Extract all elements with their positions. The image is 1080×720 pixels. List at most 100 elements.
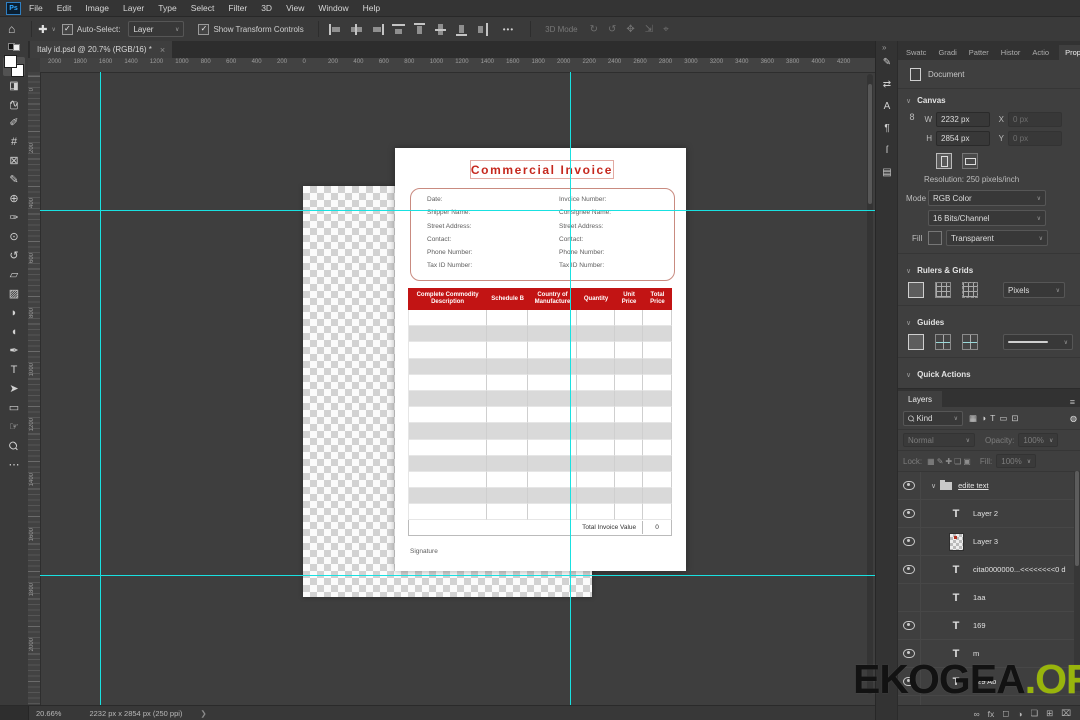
visibility-toggle[interactable] — [898, 612, 921, 639]
close-icon[interactable]: × — [160, 45, 165, 55]
text-layer-icon[interactable]: T — [947, 620, 965, 632]
default-colors-icon[interactable] — [8, 43, 20, 51]
glyphs-panel-icon[interactable]: ſ — [886, 145, 888, 156]
text-layer-icon[interactable]: T — [947, 508, 965, 520]
visibility-toggle[interactable] — [898, 472, 921, 499]
filter-smart-objects-icon[interactable]: ⊡ — [1009, 413, 1020, 423]
portrait-orientation-icon[interactable] — [936, 153, 952, 169]
text-layer-icon[interactable]: T — [947, 564, 965, 576]
filter-toggle-icon[interactable]: ◍ — [1070, 414, 1077, 423]
more-options-button[interactable]: ••• — [503, 25, 514, 34]
toggle-guides-icon[interactable] — [908, 334, 924, 350]
marquee-tool-icon[interactable]: ◻ — [3, 76, 25, 95]
blur-tool-icon[interactable]: ◗ — [3, 304, 25, 323]
frame-tool-icon[interactable]: ⊠ — [3, 152, 25, 171]
character-panel-icon[interactable]: A — [884, 101, 891, 112]
panel-menu-icon[interactable]: ≡ — [1070, 397, 1075, 407]
clone-stamp-tool-icon[interactable]: ⊙ — [3, 228, 25, 247]
guide-vertical-2[interactable] — [570, 72, 571, 705]
guide-style-dropdown[interactable]: ∨ — [1003, 334, 1073, 350]
bit-depth-dropdown[interactable]: 16 Bits/Channel ∨ — [928, 210, 1046, 226]
layer-name[interactable]: 169 — [973, 621, 986, 630]
layer-mask-icon[interactable]: ◻ — [1002, 708, 1009, 719]
paragraph-panel-icon[interactable]: ¶ — [884, 123, 889, 134]
layers-tab[interactable]: Layers — [898, 391, 943, 407]
history-brush-tool-icon[interactable]: ↺ — [3, 247, 25, 266]
zoom-level-field[interactable]: 20.66% — [36, 709, 61, 718]
link-dimensions-icon[interactable]: 8 — [908, 112, 916, 134]
group-expand-chevron-icon[interactable]: ∨ — [931, 482, 936, 490]
rulers-grids-section-header[interactable]: ∨ Rulers & Grids — [898, 259, 1080, 280]
menu-3d[interactable]: 3D — [261, 3, 272, 13]
layer-row[interactable]: ∨ edite text — [898, 472, 1080, 500]
horizontal-ruler[interactable]: 2000 1800 1600 1400 1200 1000 800 600 400 200 0 200… — [40, 58, 875, 73]
layer-thumbnail[interactable] — [949, 532, 964, 551]
quick-selection-tool-icon[interactable]: ✐ — [3, 114, 25, 133]
new-layer-icon[interactable]: ⊞ — [1046, 708, 1053, 719]
color-mode-dropdown[interactable]: RGB Color ∨ — [928, 190, 1046, 206]
lasso-tool-icon[interactable]: ∿ — [3, 95, 25, 114]
visibility-toggle[interactable] — [898, 556, 921, 583]
show-transform-checkbox[interactable]: ✓ — [198, 23, 210, 35]
layer-row[interactable]: Layer 3 — [898, 528, 1080, 556]
gradient-tool-icon[interactable]: ▨ — [3, 285, 25, 304]
canvas-vertical-scrollbar[interactable] — [867, 74, 873, 694]
visibility-toggle[interactable] — [898, 500, 921, 527]
filter-type-layers-icon[interactable]: T — [988, 413, 997, 423]
lock-position-icon[interactable]: ✚ — [944, 457, 953, 466]
crop-tool-icon[interactable]: # — [3, 133, 25, 152]
brushes-panel-icon[interactable]: ✎ — [883, 57, 891, 68]
toggle-rulers-icon[interactable] — [908, 282, 924, 298]
distribute-bottom-edges-icon[interactable] — [455, 22, 467, 36]
link-layers-icon[interactable]: ∞ — [974, 709, 980, 719]
tab-swatc[interactable]: Swatc — [904, 45, 928, 60]
guide-horizontal-2[interactable] — [40, 575, 875, 576]
type-tool-icon[interactable]: T — [3, 361, 25, 380]
menu-window[interactable]: Window — [318, 3, 348, 13]
foreground-color-swatch[interactable] — [4, 55, 17, 68]
filter-adjustment-layers-icon[interactable]: ◑ — [979, 413, 988, 423]
tab-patter[interactable]: Patter — [967, 45, 991, 60]
tab-properties[interactable]: Properties — [1059, 45, 1080, 60]
distribute-vertical-centers-icon[interactable] — [434, 22, 446, 36]
layer-name[interactable]: Layer 3 — [973, 537, 998, 546]
quick-actions-section-header[interactable]: ∨ Quick Actions — [898, 363, 1080, 384]
tab-actio[interactable]: Actio — [1030, 45, 1051, 60]
lock-artboard-icon[interactable]: ❏ — [953, 457, 962, 466]
align-left-edges-icon[interactable] — [328, 23, 342, 35]
width-field[interactable]: 2232 px — [936, 112, 990, 127]
eraser-tool-icon[interactable]: ▱ — [3, 266, 25, 285]
distribute-horizontal-icon[interactable] — [476, 22, 488, 36]
guides-section-header[interactable]: ∨ Guides — [898, 311, 1080, 332]
eyedropper-tool-icon[interactable]: ✎ — [3, 171, 25, 190]
path-selection-tool-icon[interactable]: ➤ — [3, 380, 25, 399]
text-layer-icon[interactable]: T — [947, 592, 965, 604]
document-tab[interactable]: Italy id.psd @ 20.7% (RGB/16) * × — [30, 41, 173, 58]
lock-transparency-icon[interactable]: ▦ — [926, 457, 936, 466]
pen-tool-icon[interactable]: ✒ — [3, 342, 25, 361]
menu-layer[interactable]: Layer — [123, 3, 144, 13]
distribute-top-edges-icon[interactable] — [413, 22, 425, 36]
status-options-arrow[interactable]: ❯ — [200, 709, 206, 718]
align-top-edges-icon[interactable] — [391, 23, 405, 35]
align-right-edges-icon[interactable] — [370, 23, 384, 35]
chevron-down-icon[interactable]: ∨ — [51, 26, 55, 33]
layer-name[interactable]: edite text — [958, 481, 988, 490]
fill-dropdown[interactable]: Transparent ∨ — [946, 230, 1048, 246]
auto-select-dropdown[interactable]: Layer ∨ — [128, 21, 185, 37]
menu-file[interactable]: File — [29, 3, 43, 13]
menu-view[interactable]: View — [286, 3, 304, 13]
visibility-toggle[interactable] — [898, 528, 921, 555]
toggle-pixel-grid-icon[interactable] — [962, 282, 978, 298]
delete-layer-icon[interactable]: ⌧ — [1061, 708, 1071, 719]
brush-settings-panel-icon[interactable]: ⇄ — [883, 79, 891, 90]
invoice-document[interactable]: Commercial Invoice Date: Shipper Name: Str… — [395, 148, 686, 571]
scrollbar-thumb[interactable] — [1075, 471, 1079, 566]
canvas-section-header[interactable]: ∨ Canvas — [898, 89, 1080, 110]
layer-name[interactable]: 1aa — [973, 593, 986, 602]
layer-name[interactable]: Layer 2 — [973, 509, 998, 518]
healing-brush-tool-icon[interactable]: ⊕ — [3, 190, 25, 209]
ruler-units-dropdown[interactable]: Pixels ∨ — [1003, 282, 1065, 298]
layer-name[interactable]: cita0000000...<<<<<<<<0 d — [973, 565, 1066, 574]
layer-row[interactable]: Tcita0000000...<<<<<<<<0 d — [898, 556, 1080, 584]
